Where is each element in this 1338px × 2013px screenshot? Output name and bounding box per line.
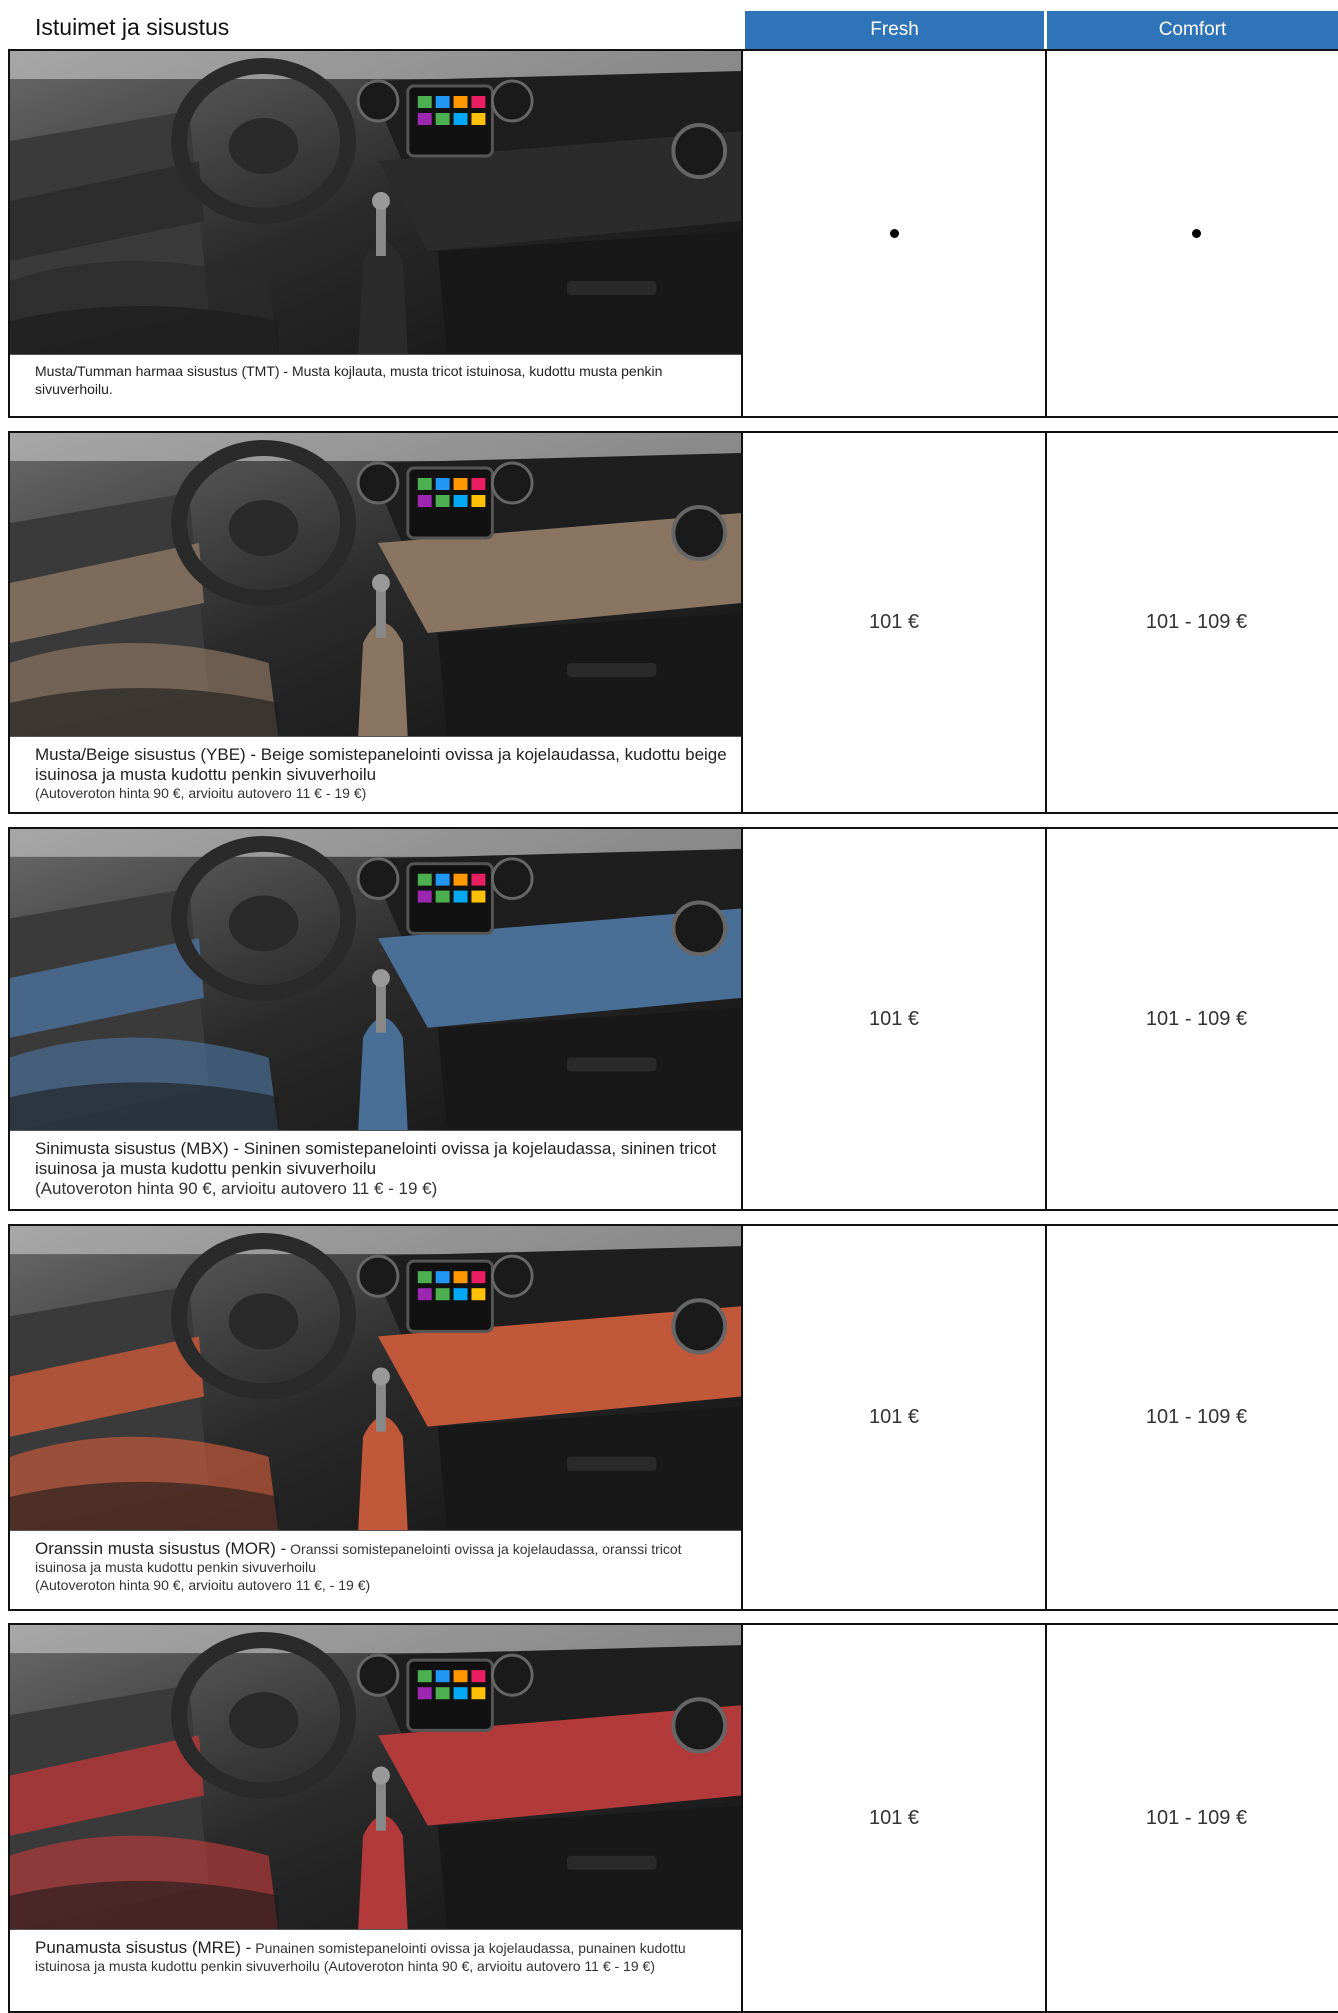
fresh-price: 101 €: [868, 1406, 920, 1428]
interior-image-cell: Musta/Tumman harmaa sisustus (TMT) - Mus…: [8, 49, 743, 418]
comfort-price: 101 - 109 €: [1145, 1806, 1248, 1829]
fresh-price-cell: 101 €: [743, 1224, 1047, 1611]
column-header-comfort: Comfort: [1047, 11, 1338, 49]
comfort-price: 101 - 109 €: [1145, 611, 1248, 633]
standard-dot-icon: [1192, 229, 1201, 238]
interior-photo: [10, 1625, 741, 1931]
interior-description: Musta/Beige sisustus (YBE) - Beige somis…: [10, 736, 741, 812]
fresh-price: 101 €: [868, 1007, 920, 1030]
column-header-fresh: Fresh: [745, 11, 1044, 49]
interior-photo: [10, 433, 741, 738]
comfort-price-cell: 101 - 109 €: [1045, 431, 1338, 814]
interior-description: Sinimusta sisustus (MBX) - Sininen somis…: [10, 1130, 741, 1209]
interior-image-cell: Punamusta sisustus (MRE) - Punainen somi…: [8, 1623, 743, 2013]
comfort-price-cell: 101 - 109 €: [1045, 1623, 1338, 2013]
description-price-note: (Autoveroton hinta 90 €, arvioitu autove…: [35, 1577, 371, 1593]
interior-description: Punamusta sisustus (MRE) - Punainen somi…: [10, 1929, 741, 2011]
interior-photo: [10, 829, 741, 1132]
interior-row-ybe: Musta/Beige sisustus (YBE) - Beige somis…: [8, 431, 1338, 814]
interior-row-mbx: Sinimusta sisustus (MBX) - Sininen somis…: [8, 827, 1338, 1211]
page-title: Istuimet ja sisustus: [35, 14, 230, 40]
comfort-price-cell: 101 - 109 €: [1045, 827, 1338, 1211]
comfort-cell: [1045, 49, 1338, 418]
interior-description: Oranssin musta sisustus (MOR) - Oranssi …: [10, 1530, 741, 1609]
description-main: Oranssin musta sisustus (MOR) -: [35, 1539, 287, 1558]
comfort-price-cell: 101 - 109 €: [1045, 1224, 1338, 1611]
comfort-price: 101 - 109 €: [1145, 1007, 1248, 1030]
interior-description: Musta/Tumman harmaa sisustus (TMT) - Mus…: [10, 354, 741, 416]
comfort-price: 101 - 109 €: [1145, 1406, 1248, 1428]
fresh-price: 101 €: [868, 611, 920, 633]
interior-image-cell: Sinimusta sisustus (MBX) - Sininen somis…: [8, 827, 743, 1211]
fresh-cell: [743, 49, 1047, 418]
description-main: Musta/Tumman harmaa sisustus (TMT) - Mus…: [35, 363, 663, 397]
fresh-price-cell: 101 €: [743, 827, 1047, 1211]
fresh-price-cell: 101 €: [743, 1623, 1047, 2013]
interior-image-cell: Oranssin musta sisustus (MOR) - Oranssi …: [8, 1224, 743, 1611]
description-price-note: (Autoveroton hinta 90 €, arvioitu autove…: [35, 785, 367, 801]
description-price-note: (Autoveroton hinta 90 €, arvioitu autove…: [35, 1179, 438, 1198]
description-main: Sinimusta sisustus (MBX) - Sininen somis…: [35, 1139, 717, 1178]
description-main: Punamusta sisustus (MRE) -: [35, 1938, 252, 1957]
fresh-price: 101 €: [868, 1806, 920, 1829]
interior-row-mre: Punamusta sisustus (MRE) - Punainen somi…: [8, 1623, 1338, 2013]
description-main: Musta/Beige sisustus (YBE) - Beige somis…: [35, 745, 727, 784]
interior-photo: [10, 51, 741, 356]
interior-row-tmt: Musta/Tumman harmaa sisustus (TMT) - Mus…: [8, 49, 1338, 418]
interior-row-mor: Oranssin musta sisustus (MOR) - Oranssi …: [8, 1224, 1338, 1611]
interior-photo: [10, 1226, 741, 1532]
fresh-price-cell: 101 €: [743, 431, 1047, 814]
standard-dot-icon: [889, 229, 899, 238]
interior-image-cell: Musta/Beige sisustus (YBE) - Beige somis…: [8, 431, 743, 814]
